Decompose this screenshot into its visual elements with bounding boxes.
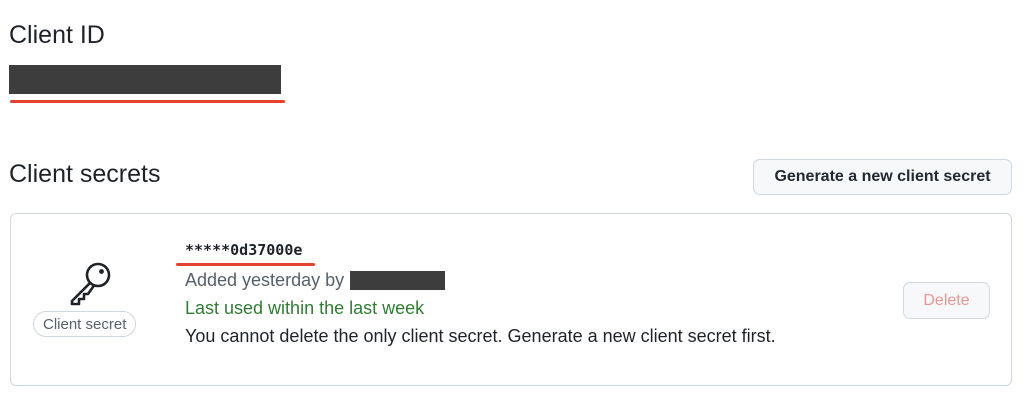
client-id-highlight-underline (10, 100, 285, 103)
added-by-redacted-user (350, 270, 446, 290)
client-id-redacted-value (9, 65, 281, 94)
added-by-text: Added yesterday by (185, 270, 345, 290)
delete-secret-button[interactable]: Delete (903, 282, 990, 319)
client-secrets-heading: Client secrets (9, 160, 161, 188)
client-secret-badge: Client secret (33, 311, 137, 337)
last-used-status: Last used within the last week (185, 298, 425, 318)
secret-highlight-underline (176, 263, 315, 266)
added-by-line: Added yesterday by (185, 268, 446, 292)
generate-client-secret-button[interactable]: Generate a new client secret (753, 159, 1012, 195)
masked-secret-value: *****0d37000e (185, 241, 303, 259)
key-icon (63, 258, 119, 306)
delete-restriction-note: You cannot delete the only client secret… (185, 326, 776, 346)
oauth-app-settings: Client ID Client secrets Generate a new … (0, 0, 1024, 401)
client-secret-card (10, 213, 1012, 386)
client-id-heading: Client ID (9, 21, 105, 49)
